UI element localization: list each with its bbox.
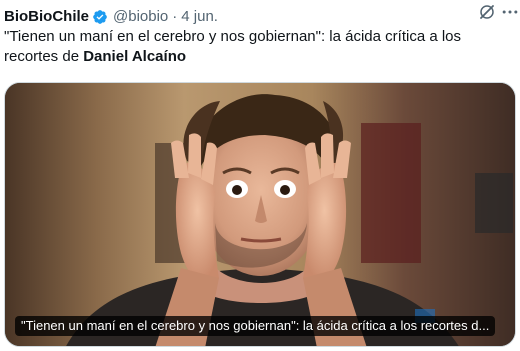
verified-badge-icon	[93, 10, 107, 24]
more-options-icon[interactable]	[500, 2, 520, 22]
author-handle[interactable]: @biobio	[113, 6, 168, 28]
tweet-text-bold-name[interactable]: Daniel Alcaíno	[83, 48, 186, 65]
grok-icon[interactable]	[478, 3, 496, 21]
tweet-text-main: "Tienen un maní en el cerebro y nos gobi…	[4, 28, 462, 65]
tweet-text: "Tienen un maní en el cerebro y nos gobi…	[4, 27, 484, 67]
separator-dot: ·	[172, 8, 178, 25]
card-photo	[5, 83, 515, 346]
tweet-header: BioBioChile @biobio · 4 jun.	[4, 6, 512, 28]
author-name[interactable]: BioBioChile	[4, 6, 89, 28]
tweet-date[interactable]: 4 jun.	[181, 6, 218, 28]
link-card[interactable]: "Tienen un maní en el cerebro y nos gobi…	[4, 82, 516, 347]
tweet[interactable]: BioBioChile @biobio · 4 jun. "Tienen un …	[0, 0, 520, 351]
card-caption[interactable]: "Tienen un maní en el cerebro y nos gobi…	[15, 316, 496, 336]
